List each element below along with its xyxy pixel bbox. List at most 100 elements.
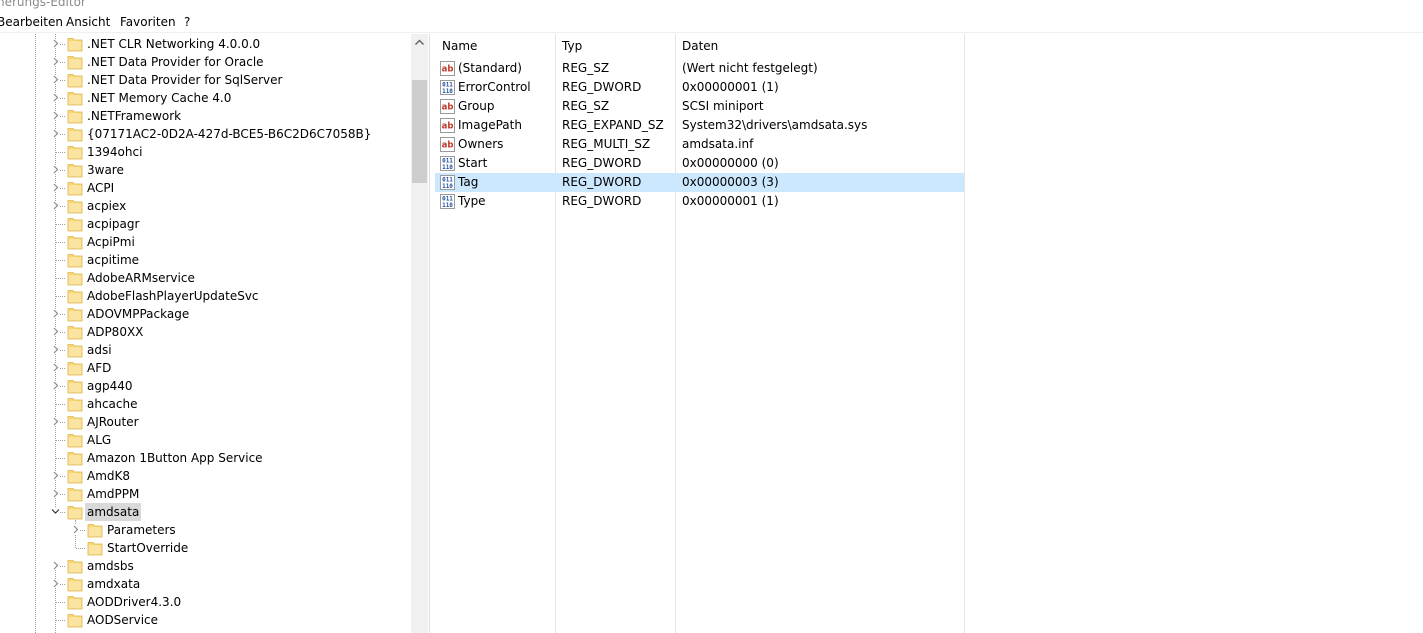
tree-item-label[interactable]: ACPI [85, 179, 116, 197]
chevron-right-icon[interactable] [51, 111, 60, 120]
tree-item[interactable]: StartOverride [0, 539, 410, 557]
tree-item-label[interactable]: AODDriver4.3.0 [85, 593, 183, 611]
tree-item-label[interactable]: AJRouter [85, 413, 141, 431]
tree-item-label[interactable]: amdxata [85, 575, 142, 593]
tree-item[interactable]: ACPI [0, 179, 410, 197]
chevron-right-icon[interactable] [51, 75, 60, 84]
tree-item-label[interactable]: AcpiPmi [85, 233, 137, 251]
tree-item[interactable]: 1394ohci [0, 143, 410, 161]
tree-item-label[interactable]: AmdK8 [85, 467, 132, 485]
tree-item-label[interactable]: adsi [85, 341, 114, 359]
tree-vertical-scrollbar[interactable] [411, 34, 428, 633]
scroll-up-arrow-icon[interactable] [415, 39, 424, 45]
tree-item-label[interactable]: acpitime [85, 251, 141, 269]
tree-item[interactable]: AdobeARMservice [0, 269, 410, 287]
tree-item-label[interactable]: .NET Data Provider for SqlServer [85, 71, 284, 89]
tree-item[interactable]: {07171AC2-0D2A-427d-BCE5-B6C2D6C7058B} [0, 125, 410, 143]
tree-item[interactable]: AcpiPmi [0, 233, 410, 251]
chevron-right-icon[interactable] [51, 579, 60, 588]
value-row[interactable]: ab Owners REG_MULTI_SZ amdsata.inf [435, 135, 964, 154]
tree-item-label[interactable]: Parameters [105, 521, 178, 539]
tree-item[interactable]: ALG [0, 431, 410, 449]
chevron-right-icon[interactable] [51, 57, 60, 66]
tree-item[interactable]: adsi [0, 341, 410, 359]
chevron-right-icon[interactable] [51, 327, 60, 336]
tree-item[interactable]: .NET Data Provider for SqlServer [0, 71, 410, 89]
menu-ansicht[interactable]: Ansicht [66, 15, 110, 29]
tree-item-label[interactable]: AmdPPM [85, 485, 141, 503]
tree-item-label[interactable]: ADOVMPPackage [85, 305, 191, 323]
tree-item-label[interactable]: acpiex [85, 197, 128, 215]
tree-item[interactable]: .NETFramework [0, 107, 410, 125]
tree-item-label[interactable]: ADP80XX [85, 323, 145, 341]
value-row[interactable]: ab ImagePath REG_EXPAND_SZ System32\drivers… [435, 116, 964, 135]
chevron-down-icon[interactable] [51, 507, 60, 516]
tree-item[interactable]: AmdPPM [0, 485, 410, 503]
tree-item-label[interactable]: StartOverride [105, 539, 190, 557]
tree-item[interactable]: AODDriver4.3.0 [0, 593, 410, 611]
menu-help[interactable]: ? [184, 15, 190, 29]
chevron-right-icon[interactable] [51, 381, 60, 390]
column-header-data[interactable]: Daten [675, 34, 962, 58]
tree-item[interactable]: AdobeFlashPlayerUpdateSvc [0, 287, 410, 305]
chevron-right-icon[interactable] [51, 201, 60, 210]
value-row[interactable]: ab (Standard) REG_SZ (Wert nicht festgelegt… [435, 59, 964, 78]
tree-item[interactable]: agp440 [0, 377, 410, 395]
tree-item[interactable]: amdsata [0, 503, 410, 521]
chevron-right-icon[interactable] [51, 39, 60, 48]
chevron-right-icon[interactable] [51, 309, 60, 318]
tree-item-label[interactable]: .NETFramework [85, 107, 183, 125]
chevron-right-icon[interactable] [71, 525, 80, 534]
value-row[interactable]: 011 110 Start REG_DWORD 0x00000000 (0) [435, 154, 964, 173]
tree-item[interactable]: acpipagr [0, 215, 410, 233]
value-row[interactable]: ab Group REG_SZ SCSI miniport [435, 97, 964, 116]
tree-item[interactable]: ahcache [0, 395, 410, 413]
tree-item-label[interactable]: AdobeARMservice [85, 269, 197, 287]
column-header-name[interactable]: Name [435, 34, 555, 58]
tree-item-label[interactable]: 3ware [85, 161, 126, 179]
tree-item[interactable]: acpitime [0, 251, 410, 269]
tree-item-label[interactable]: ALG [85, 431, 113, 449]
tree-item[interactable]: amdsbs [0, 557, 410, 575]
column-separator[interactable] [964, 34, 965, 633]
chevron-right-icon[interactable] [51, 345, 60, 354]
chevron-right-icon[interactable] [51, 363, 60, 372]
chevron-right-icon[interactable] [51, 417, 60, 426]
tree-item-label[interactable]: .NET Memory Cache 4.0 [85, 89, 233, 107]
tree-item-label[interactable]: AFD [85, 359, 113, 377]
registry-values-list[interactable]: Name Typ Daten ab (Standard) REG_SZ (Wert n… [435, 34, 1423, 633]
chevron-right-icon[interactable] [51, 471, 60, 480]
tree-item[interactable]: .NET Memory Cache 4.0 [0, 89, 410, 107]
tree-item-label[interactable]: .NET Data Provider for Oracle [85, 53, 266, 71]
tree-item-label[interactable]: .NET CLR Networking 4.0.0.0 [85, 35, 262, 53]
tree-item-label[interactable]: amdsbs [85, 557, 136, 575]
tree-item[interactable]: acpiex [0, 197, 410, 215]
value-row[interactable]: 011 110 Type REG_DWORD 0x00000001 (1) [435, 192, 964, 211]
tree-item[interactable]: amdxata [0, 575, 410, 593]
column-header-type[interactable]: Typ [555, 34, 675, 58]
scrollbar-thumb[interactable] [412, 80, 427, 183]
chevron-right-icon[interactable] [51, 183, 60, 192]
chevron-right-icon[interactable] [51, 561, 60, 570]
menu-favoriten[interactable]: Favoriten [120, 15, 176, 29]
chevron-right-icon[interactable] [51, 165, 60, 174]
tree-item[interactable]: Parameters [0, 521, 410, 539]
tree-item[interactable]: AODService [0, 611, 410, 629]
tree-item-label[interactable]: acpipagr [85, 215, 141, 233]
chevron-right-icon[interactable] [51, 93, 60, 102]
tree-item-label[interactable]: amdsata [85, 503, 142, 521]
tree-item-label[interactable]: Amazon 1Button App Service [85, 449, 265, 467]
tree-item[interactable]: .NET Data Provider for Oracle [0, 53, 410, 71]
registry-key-tree[interactable]: .NET CLR Networking 4.0.0.0 .NET Data Pro… [0, 34, 430, 633]
tree-item-label[interactable]: AODService [85, 611, 160, 629]
menu-bearbeiten[interactable]: Bearbeiten [0, 15, 63, 29]
tree-item[interactable]: Amazon 1Button App Service [0, 449, 410, 467]
tree-item-label[interactable]: {07171AC2-0D2A-427d-BCE5-B6C2D6C7058B} [85, 125, 373, 143]
chevron-right-icon[interactable] [51, 489, 60, 498]
tree-item-label[interactable]: AdobeFlashPlayerUpdateSvc [85, 287, 261, 305]
tree-item[interactable]: AJRouter [0, 413, 410, 431]
tree-item[interactable]: .NET CLR Networking 4.0.0.0 [0, 35, 410, 53]
tree-item[interactable]: ADP80XX [0, 323, 410, 341]
value-row[interactable]: 011 110 ErrorControl REG_DWORD 0x00000001 (1… [435, 78, 964, 97]
tree-item-label[interactable]: agp440 [85, 377, 135, 395]
